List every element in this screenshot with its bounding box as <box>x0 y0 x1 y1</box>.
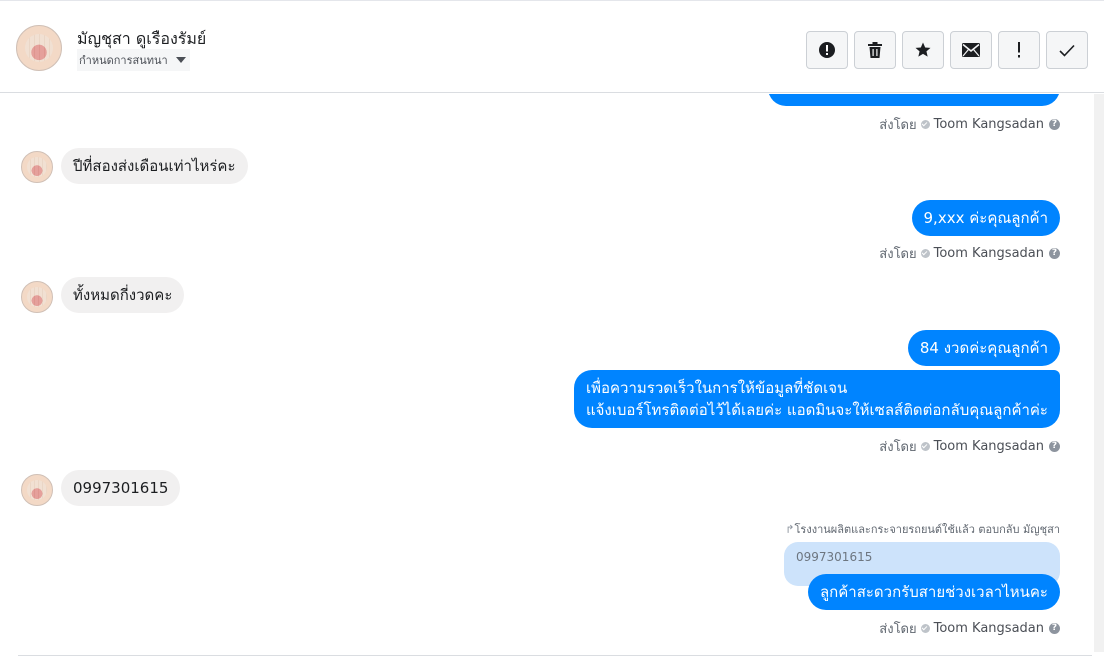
agent-name[interactable]: Toom Kangsadan <box>934 439 1044 454</box>
outgoing-message-partial[interactable] <box>768 94 1060 106</box>
customer-avatar[interactable] <box>21 281 53 313</box>
delete-button[interactable] <box>854 31 896 69</box>
star-icon <box>915 42 931 57</box>
mark-done-button[interactable] <box>1046 31 1088 69</box>
message-line: เพื่อความรวดเร็วในการให้ข้อมูลที่ชัดเจน <box>585 379 848 397</box>
verified-check-icon <box>920 120 930 129</box>
reply-arrow-icon: ↱ <box>785 523 795 536</box>
trash-icon <box>868 42 882 58</box>
thread-scrollbar[interactable] <box>1094 94 1104 652</box>
mark-unread-button[interactable] <box>950 31 992 69</box>
sent-by-label: ส่งโดย Toom Kangsadan ? <box>879 618 1060 639</box>
agent-name[interactable]: Toom Kangsadan <box>934 117 1044 132</box>
conversation-toolbar <box>806 31 1088 69</box>
customer-avatar[interactable] <box>21 151 53 183</box>
verified-check-icon <box>920 624 930 633</box>
contact-avatar[interactable] <box>16 25 62 71</box>
follow-up-button[interactable] <box>998 31 1040 69</box>
verified-check-icon <box>920 249 930 258</box>
help-icon[interactable]: ? <box>1049 623 1060 634</box>
star-button[interactable] <box>902 31 944 69</box>
help-icon[interactable]: ? <box>1049 248 1060 259</box>
message-line: แจ้งเบอร์โทรติดต่อไว้ได้เลยค่ะ แอดมินจะใ… <box>585 401 1048 419</box>
sent-by-label: ส่งโดย Toom Kangsadan ? <box>879 114 1060 135</box>
mark-spam-button[interactable] <box>806 31 848 69</box>
checkmark-icon <box>1059 44 1075 57</box>
sent-by-label: ส่งโดย Toom Kangsadan ? <box>879 243 1060 264</box>
reply-note: ↱โรงงานผลิตและกระจายรถยนต์ใช้แล้ว ตอบกลั… <box>785 523 1060 536</box>
outgoing-message[interactable]: 84 งวดค่ะคุณลูกค้า <box>907 330 1060 366</box>
outgoing-message[interactable]: ลูกค้าสะดวกรับสายช่วงเวลาไหนคะ <box>807 574 1060 610</box>
help-icon[interactable]: ? <box>1049 441 1060 452</box>
sent-by-label: ส่งโดย Toom Kangsadan ? <box>879 436 1060 457</box>
envelope-icon <box>962 43 980 57</box>
customer-avatar[interactable] <box>21 474 53 506</box>
agent-name[interactable]: Toom Kangsadan <box>934 621 1044 636</box>
incoming-message[interactable]: 0997301615 <box>61 470 181 506</box>
message-thread[interactable]: ส่งโดย Toom Kangsadan ? ปีที่สองส่งเดือน… <box>0 94 1092 652</box>
incoming-message[interactable]: ปีที่สองส่งเดือนเท่าไหร่คะ <box>61 148 248 184</box>
help-icon[interactable]: ? <box>1049 119 1060 130</box>
exclamation-circle-icon <box>819 42 835 58</box>
agent-name[interactable]: Toom Kangsadan <box>934 246 1044 261</box>
incoming-message[interactable]: ทั้งหมดกี่งวดคะ <box>61 277 185 313</box>
outgoing-message[interactable]: 9,xxx ค่ะคุณลูกค้า <box>911 200 1060 236</box>
composer-edge <box>18 655 1092 666</box>
conversation-header: มัญชุสา ดูเรืองรัมย์ กำหนดการสนทนา <box>0 0 1104 93</box>
verified-check-icon <box>920 442 930 451</box>
conversation-dropdown[interactable]: กำหนดการสนทนา <box>77 49 190 71</box>
exclamation-icon <box>1018 42 1020 58</box>
caret-down-icon <box>175 57 186 63</box>
outgoing-message-multiline[interactable]: เพื่อความรวดเร็วในการให้ข้อมูลที่ชัดเจน … <box>573 370 1060 428</box>
conversation-dropdown-label: กำหนดการสนทนา <box>79 54 168 67</box>
